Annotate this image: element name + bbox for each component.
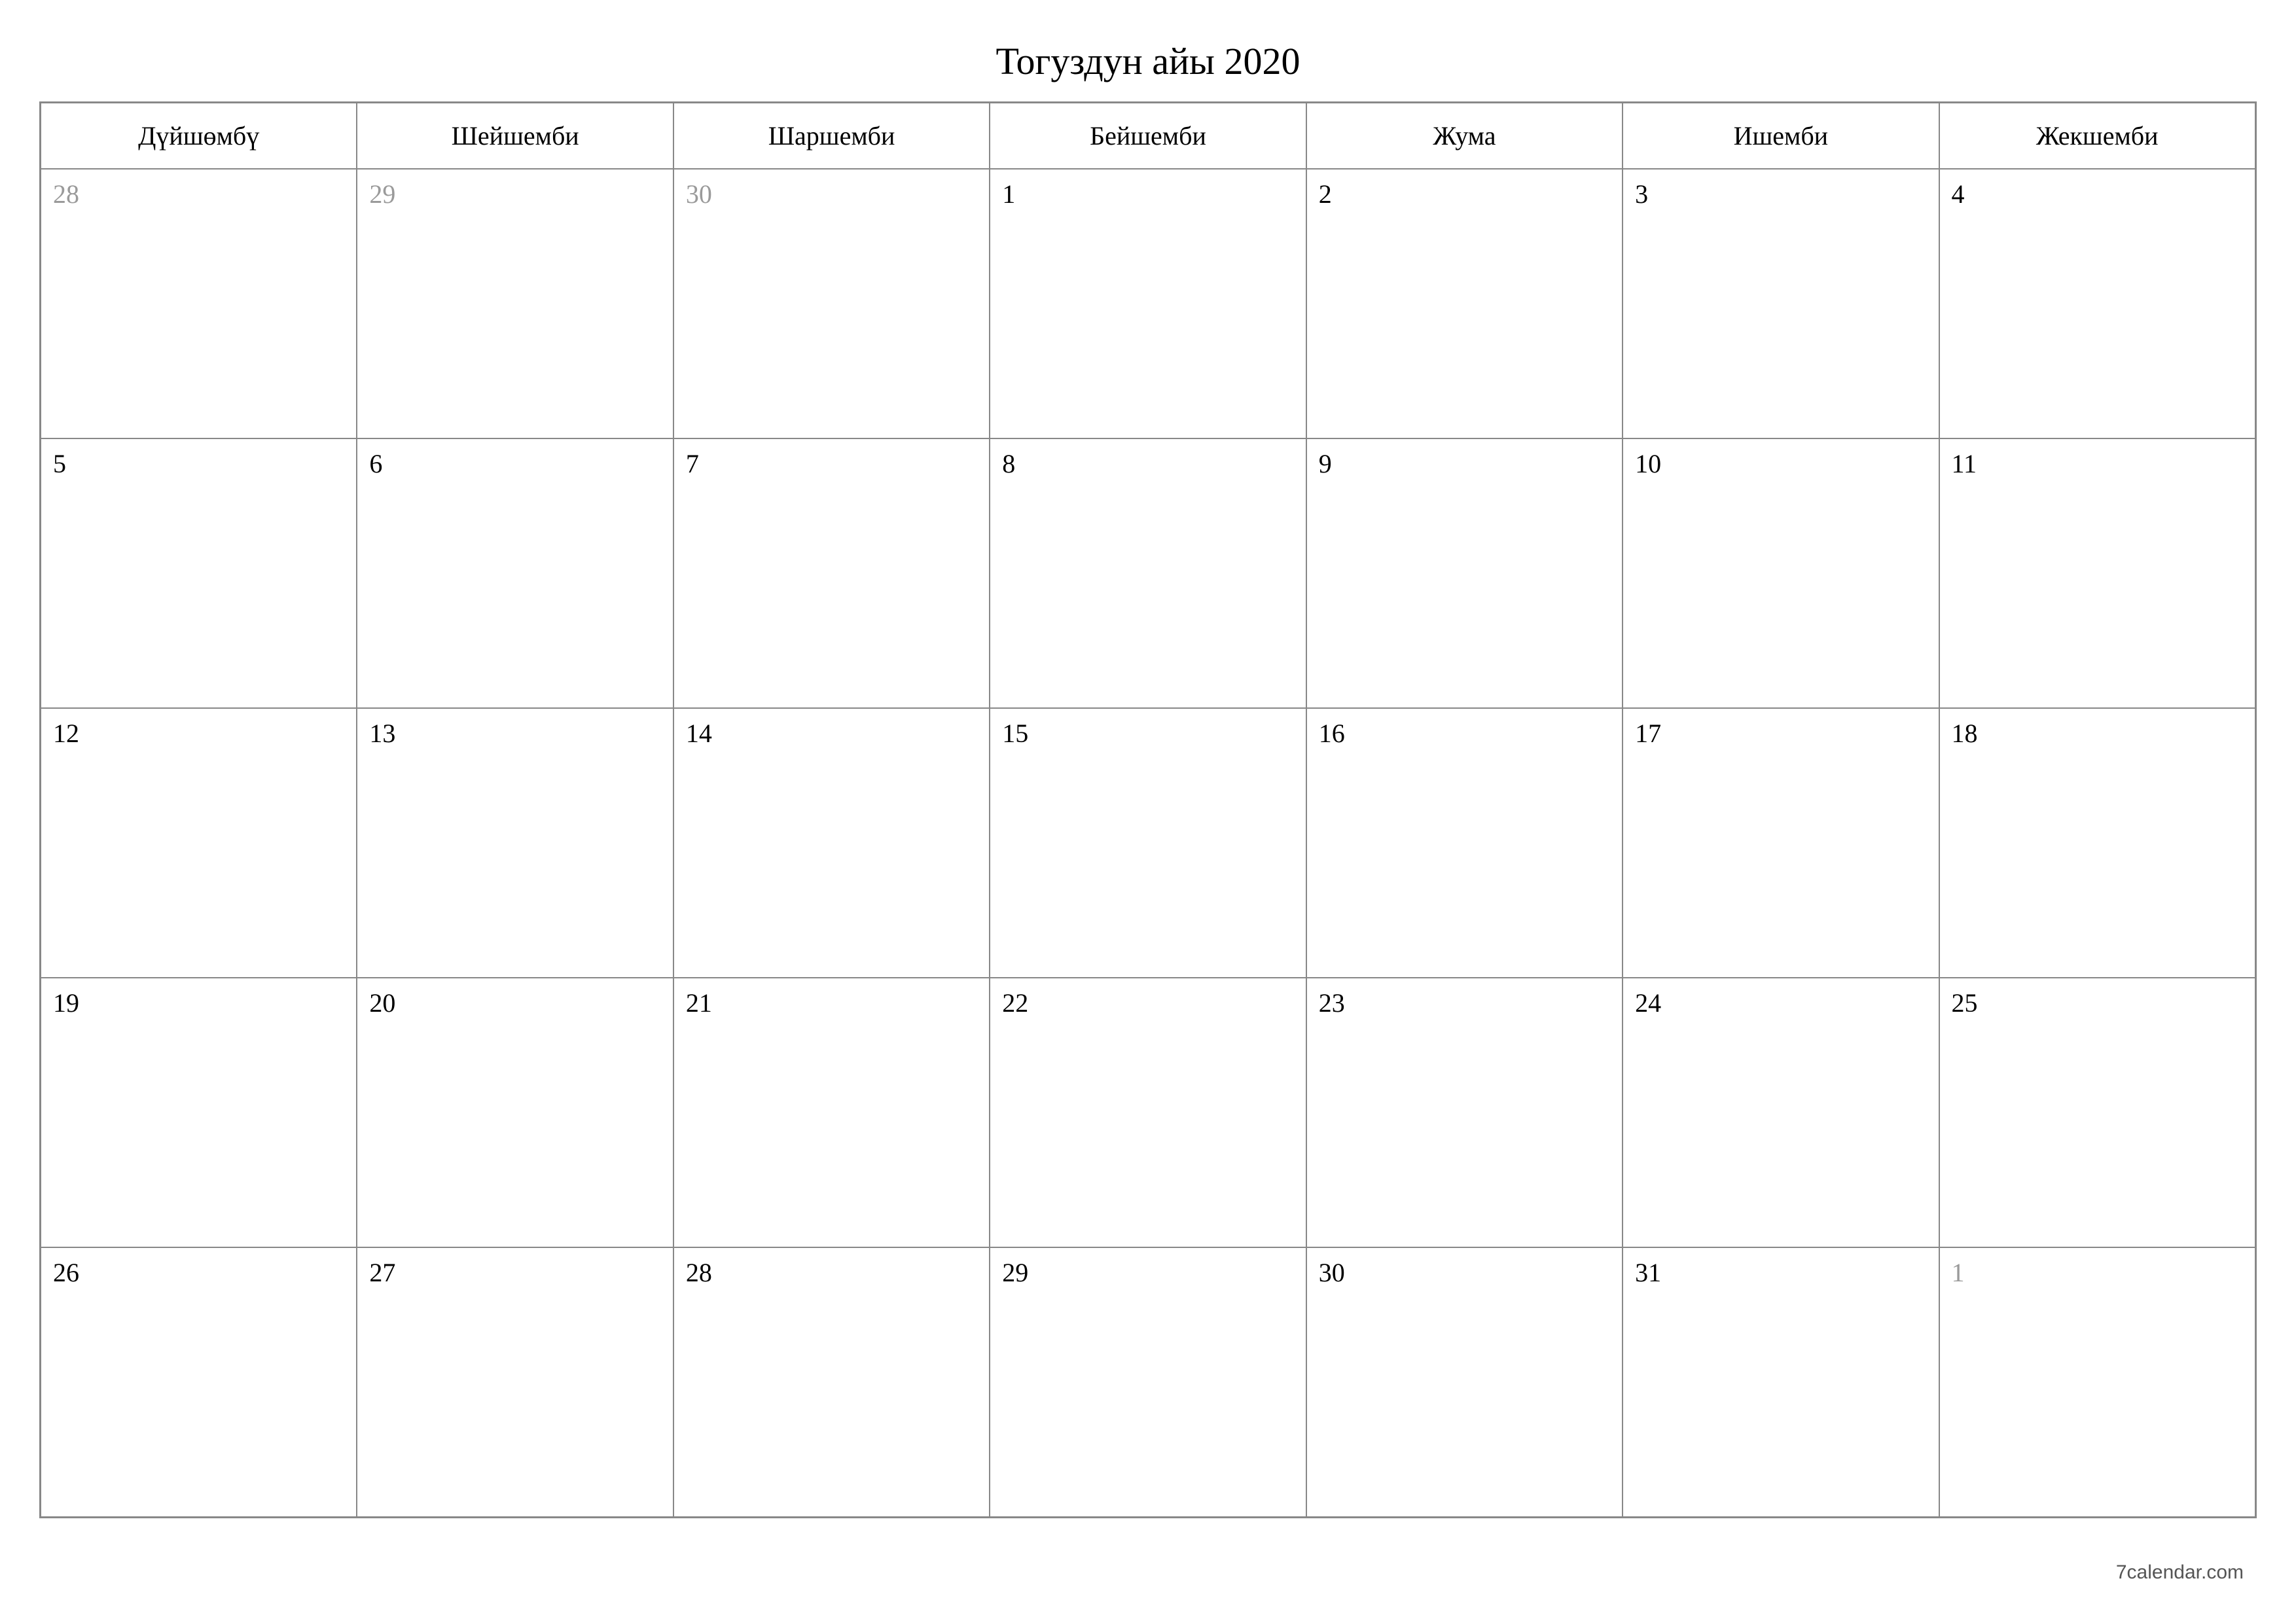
day-number: 29 xyxy=(1002,1258,1028,1287)
day-cell: 13 xyxy=(357,708,673,978)
day-number: 30 xyxy=(1319,1258,1345,1287)
weekday-header: Дүйшөмбү xyxy=(41,103,357,169)
day-number: 28 xyxy=(53,179,79,209)
day-number: 10 xyxy=(1635,449,1661,478)
day-number: 29 xyxy=(369,179,395,209)
week-row: 12 13 14 15 16 17 18 xyxy=(41,708,2255,978)
day-cell: 2 xyxy=(1306,169,1623,438)
day-number: 11 xyxy=(1952,449,1977,478)
day-number: 16 xyxy=(1319,719,1345,748)
day-cell: 6 xyxy=(357,438,673,708)
day-number: 26 xyxy=(53,1258,79,1287)
day-cell: 29 xyxy=(990,1247,1306,1517)
day-cell: 28 xyxy=(41,169,357,438)
day-number: 30 xyxy=(686,179,712,209)
day-cell: 3 xyxy=(1623,169,1939,438)
day-cell: 8 xyxy=(990,438,1306,708)
day-cell: 31 xyxy=(1623,1247,1939,1517)
day-cell: 21 xyxy=(673,978,990,1247)
day-number: 7 xyxy=(686,449,699,478)
day-cell: 15 xyxy=(990,708,1306,978)
day-number: 22 xyxy=(1002,988,1028,1018)
day-cell: 5 xyxy=(41,438,357,708)
day-cell: 27 xyxy=(357,1247,673,1517)
day-cell: 28 xyxy=(673,1247,990,1517)
day-number: 13 xyxy=(369,719,395,748)
day-number: 20 xyxy=(369,988,395,1018)
day-cell: 22 xyxy=(990,978,1306,1247)
calendar-title: Тогуздун айы 2020 xyxy=(39,39,2257,83)
weekday-header: Бейшемби xyxy=(990,103,1306,169)
footer-credit: 7calendar.com xyxy=(2116,1561,2244,1584)
weekday-header: Шейшемби xyxy=(357,103,673,169)
weekday-header: Жекшемби xyxy=(1939,103,2255,169)
day-number: 24 xyxy=(1635,988,1661,1018)
day-number: 3 xyxy=(1635,179,1648,209)
day-number: 1 xyxy=(1002,179,1015,209)
day-number: 27 xyxy=(369,1258,395,1287)
day-cell: 7 xyxy=(673,438,990,708)
day-number: 8 xyxy=(1002,449,1015,478)
day-number: 25 xyxy=(1952,988,1978,1018)
day-number: 17 xyxy=(1635,719,1661,748)
day-cell: 26 xyxy=(41,1247,357,1517)
weekday-header: Жума xyxy=(1306,103,1623,169)
day-cell: 19 xyxy=(41,978,357,1247)
day-cell: 1 xyxy=(1939,1247,2255,1517)
day-cell: 17 xyxy=(1623,708,1939,978)
day-number: 15 xyxy=(1002,719,1028,748)
week-row: 19 20 21 22 23 24 25 xyxy=(41,978,2255,1247)
day-cell: 23 xyxy=(1306,978,1623,1247)
day-cell: 20 xyxy=(357,978,673,1247)
day-cell: 16 xyxy=(1306,708,1623,978)
day-number: 12 xyxy=(53,719,79,748)
day-number: 9 xyxy=(1319,449,1332,478)
day-cell: 14 xyxy=(673,708,990,978)
day-number: 21 xyxy=(686,988,712,1018)
day-cell: 24 xyxy=(1623,978,1939,1247)
day-number: 31 xyxy=(1635,1258,1661,1287)
day-number: 1 xyxy=(1952,1258,1965,1287)
calendar-page: Тогуздун айы 2020 Дүйшөмбү Шейшемби Шарш… xyxy=(0,0,2296,1623)
weekday-header: Ишемби xyxy=(1623,103,1939,169)
day-number: 2 xyxy=(1319,179,1332,209)
day-number: 4 xyxy=(1952,179,1965,209)
day-cell: 4 xyxy=(1939,169,2255,438)
day-cell: 1 xyxy=(990,169,1306,438)
day-cell: 30 xyxy=(673,169,990,438)
day-cell: 11 xyxy=(1939,438,2255,708)
day-number: 19 xyxy=(53,988,79,1018)
weekday-header: Шаршемби xyxy=(673,103,990,169)
week-row: 26 27 28 29 30 31 1 xyxy=(41,1247,2255,1517)
day-number: 28 xyxy=(686,1258,712,1287)
day-cell: 9 xyxy=(1306,438,1623,708)
day-number: 18 xyxy=(1952,719,1978,748)
weeks-container: 2829301234567891011121314151617181920212… xyxy=(41,169,2255,1517)
day-cell: 30 xyxy=(1306,1247,1623,1517)
week-row: 5 6 7 8 9 10 11 xyxy=(41,438,2255,708)
weekday-header-row: Дүйшөмбү Шейшемби Шаршемби Бейшемби Жума… xyxy=(41,103,2255,169)
calendar-grid: Дүйшөмбү Шейшемби Шаршемби Бейшемби Жума… xyxy=(39,101,2257,1518)
day-cell: 10 xyxy=(1623,438,1939,708)
day-number: 23 xyxy=(1319,988,1345,1018)
day-number: 5 xyxy=(53,449,66,478)
day-cell: 29 xyxy=(357,169,673,438)
day-cell: 12 xyxy=(41,708,357,978)
day-number: 6 xyxy=(369,449,382,478)
week-row: 28 29 30 1 2 3 4 xyxy=(41,169,2255,438)
day-cell: 25 xyxy=(1939,978,2255,1247)
day-number: 14 xyxy=(686,719,712,748)
day-cell: 18 xyxy=(1939,708,2255,978)
